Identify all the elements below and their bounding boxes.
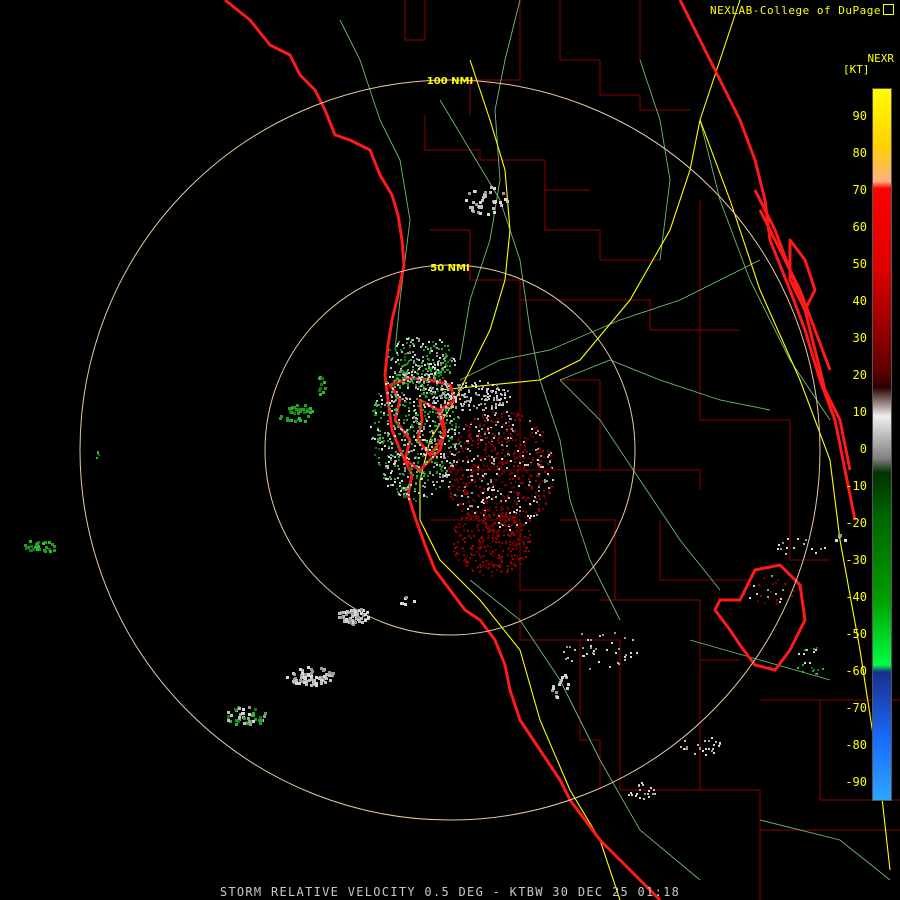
legend-tick: 60 xyxy=(852,220,867,234)
velocity-color-scale xyxy=(872,88,892,801)
legend-tick: 20 xyxy=(852,368,867,382)
range-ring-50-label: 50 NMI xyxy=(430,263,469,274)
radar-map: 100 NMI 50 NMI xyxy=(0,0,900,900)
legend-tick: 80 xyxy=(852,146,867,160)
legend-tick: -70 xyxy=(845,701,867,715)
product-footer: STORM RELATIVE VELOCITY 0.5 DEG - KTBW 3… xyxy=(219,885,681,899)
external-link-icon[interactable] xyxy=(883,4,894,15)
legend-tick: -60 xyxy=(845,664,867,678)
legend-product: NEXR xyxy=(867,52,895,65)
credit-text: NEXLAB-College of DuPage xyxy=(710,4,881,17)
legend-tick: 10 xyxy=(852,405,867,419)
map-background xyxy=(0,0,900,900)
credit-label: NEXLAB-College of DuPage xyxy=(710,3,894,17)
legend-tick: 40 xyxy=(852,294,867,308)
legend-tick: -10 xyxy=(845,479,867,493)
legend-tick: 50 xyxy=(852,257,867,271)
legend-tick: -50 xyxy=(845,627,867,641)
legend-tick: 30 xyxy=(852,331,867,345)
legend-tick: -40 xyxy=(845,590,867,604)
legend-tick: -80 xyxy=(845,738,867,752)
range-ring-100-label: 100 NMI xyxy=(427,76,473,87)
legend-tick: -20 xyxy=(845,516,867,530)
legend-tick: -90 xyxy=(845,775,867,789)
legend-tick: -30 xyxy=(845,553,867,567)
legend-tick: 70 xyxy=(852,183,867,197)
legend-tick: 90 xyxy=(852,109,867,123)
legend-tick: 0 xyxy=(859,442,867,456)
legend-unit: [KT] xyxy=(843,63,870,76)
